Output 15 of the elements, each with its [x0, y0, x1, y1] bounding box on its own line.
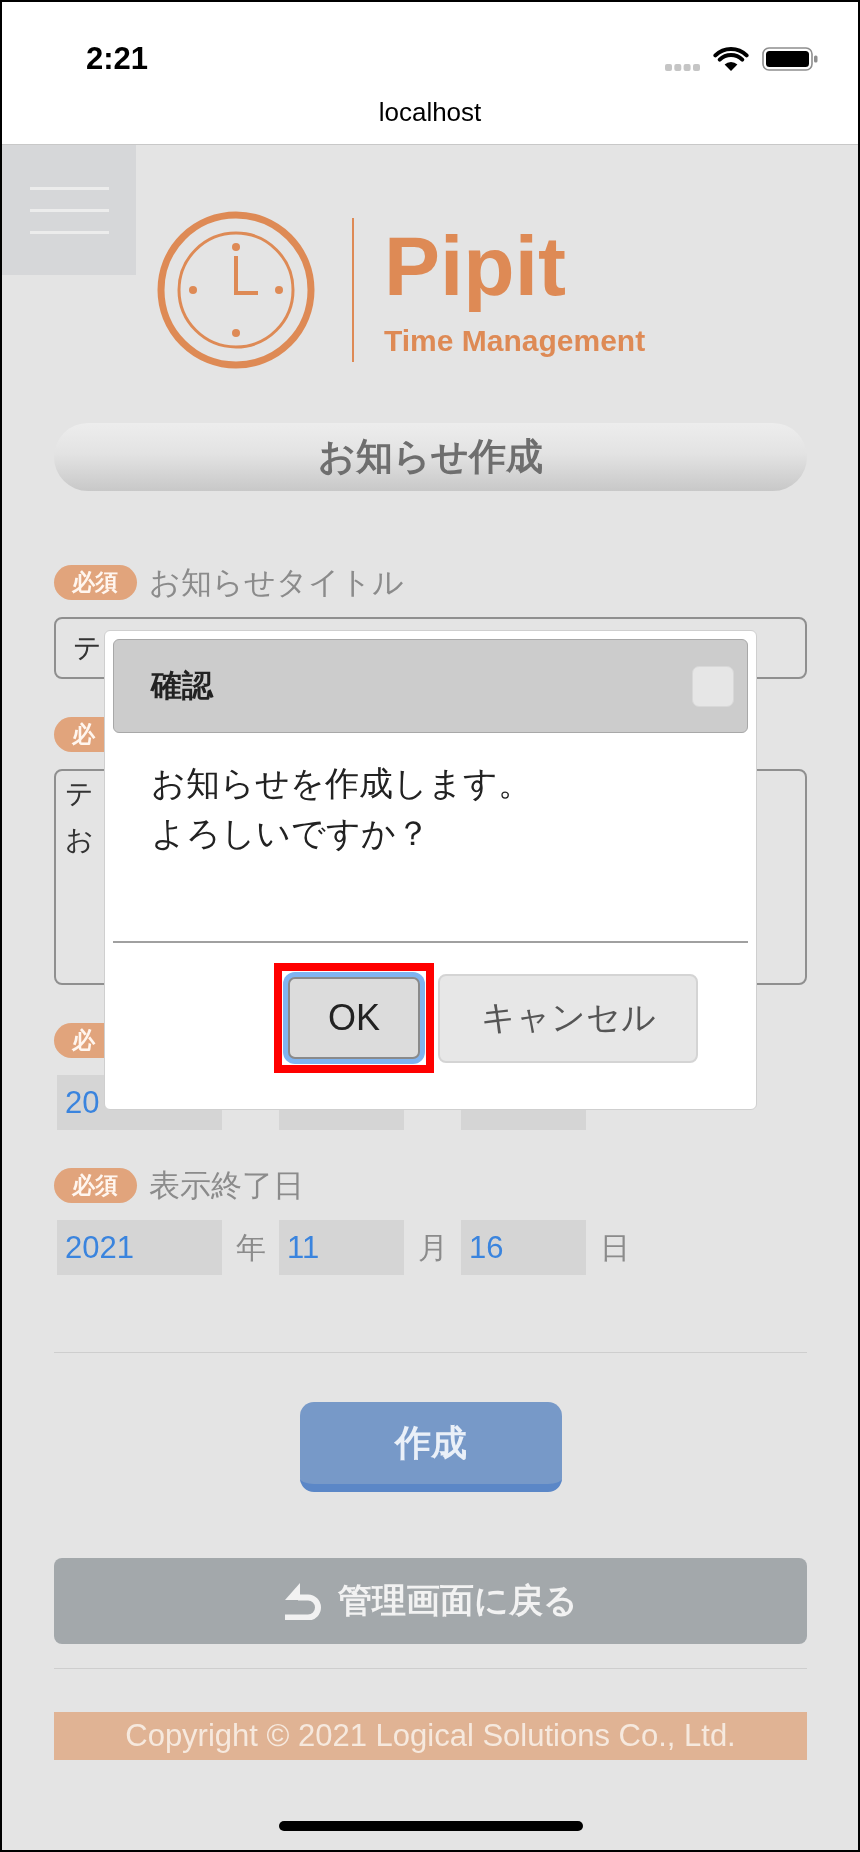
unit-label: 月 — [416, 1230, 449, 1266]
field-label: 表示終了日 — [149, 1168, 304, 1203]
dialog-message: お知らせを作成します。 — [151, 763, 532, 804]
status-time: 2:21 — [86, 41, 149, 77]
copyright-footer: Copyright © 2021 Logical Solutions Co., Ltd. — [54, 1712, 807, 1760]
url-text: localhost — [378, 97, 482, 127]
logo-tagline: Time Management — [384, 326, 646, 356]
unit-label: 年 — [234, 1230, 267, 1266]
unit-label: 日 — [598, 1230, 631, 1266]
required-badge: 必須 — [54, 565, 137, 600]
field-label: お知らせタイトル — [149, 565, 404, 600]
dialog-message: よろしいですか？ — [151, 813, 430, 854]
dialog-title: 確認 — [151, 667, 213, 705]
required-badge: 必須 — [54, 1168, 137, 1203]
page-title: お知らせ作成 — [54, 423, 807, 491]
